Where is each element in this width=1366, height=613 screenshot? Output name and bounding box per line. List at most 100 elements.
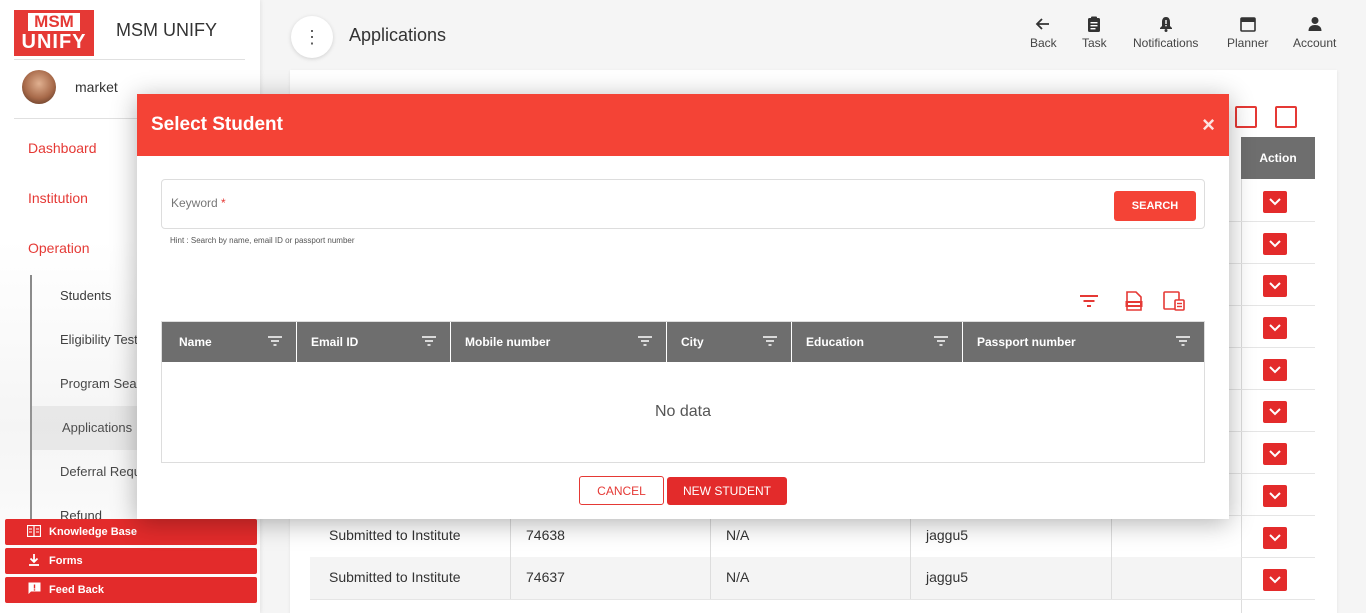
filter-icon[interactable] [1077, 289, 1101, 313]
kebab-menu-button[interactable]: ⋮ [291, 16, 333, 58]
row-action-button[interactable] [1263, 527, 1287, 549]
back-label: Back [1030, 36, 1057, 50]
cancel-button[interactable]: CANCEL [579, 476, 664, 505]
column-filter-icon[interactable] [422, 336, 436, 346]
chevron-down-icon [1269, 450, 1281, 458]
sub-item-program-search[interactable]: Program Sear [60, 376, 141, 391]
table-row[interactable]: Submitted to Institute 74637 N/A jaggu5 [310, 557, 1241, 599]
feedback-button[interactable]: Feed Back [5, 577, 257, 603]
status-cell: Submitted to Institute [329, 569, 461, 585]
excel-export-icon[interactable] [1235, 106, 1257, 128]
column-header-email[interactable]: Email ID [297, 322, 451, 362]
planner-button[interactable]: Planner [1227, 16, 1268, 50]
sub-item-applications[interactable]: Applications [62, 420, 132, 435]
close-icon[interactable]: × [1202, 112, 1215, 138]
forms-label: Forms [49, 555, 83, 567]
row-action-button[interactable] [1263, 401, 1287, 423]
user-profile[interactable]: market [22, 70, 118, 104]
column-filter-icon[interactable] [638, 336, 652, 346]
status-cell: Submitted to Institute [329, 527, 461, 543]
id-cell: 74638 [526, 527, 565, 543]
notifications-button[interactable]: Notifications [1133, 16, 1198, 50]
id-cell: 74637 [526, 569, 565, 585]
sub-item-students[interactable]: Students [60, 288, 111, 303]
row-action-button[interactable] [1263, 275, 1287, 297]
column-filter-icon[interactable] [763, 336, 777, 346]
column-header-education[interactable]: Education [792, 322, 963, 362]
nav-item-institution[interactable]: Institution [28, 190, 88, 206]
empty-state-text: No data [654, 403, 712, 420]
column-header-mobile[interactable]: Mobile number [451, 322, 667, 362]
action-column-header: Action [1241, 137, 1315, 179]
chevron-down-icon [1269, 324, 1281, 332]
sub-nav-line [30, 275, 32, 520]
task-label: Task [1082, 36, 1107, 50]
column-separator [510, 557, 511, 599]
column-header-city[interactable]: City [667, 322, 792, 362]
column-separator [710, 557, 711, 599]
book-icon [26, 524, 42, 540]
pdf-export-icon[interactable] [1275, 106, 1297, 128]
row-action-button[interactable] [1263, 569, 1287, 591]
column-header-passport[interactable]: Passport number [963, 322, 1204, 362]
arrow-left-icon [1035, 16, 1051, 36]
chevron-down-icon [1269, 198, 1281, 206]
column-header-label: City [681, 335, 704, 349]
search-hint: Hint : Search by name, email ID or passp… [170, 236, 355, 245]
nav-item-operation[interactable]: Operation [28, 240, 89, 256]
chevron-down-icon [1269, 408, 1281, 416]
sub-item-eligibility-test[interactable]: Eligibility Test [60, 332, 138, 347]
knowledge-base-button[interactable]: Knowledge Base [5, 519, 257, 545]
msm-unify-logo[interactable]: MSM UNIFY [14, 10, 94, 56]
pdf-export-icon[interactable] [1162, 289, 1186, 313]
column-header-label: Education [806, 335, 865, 349]
chevron-down-icon [1269, 534, 1281, 542]
chevron-down-icon [1269, 240, 1281, 248]
user-name: market [75, 79, 118, 95]
keyword-input[interactable] [170, 198, 1100, 218]
column-header-label: Mobile number [465, 335, 551, 349]
row-action-button[interactable] [1263, 443, 1287, 465]
modal-title: Select Student [151, 114, 283, 135]
search-button[interactable]: SEARCH [1114, 191, 1196, 221]
feedback-label: Feed Back [49, 584, 105, 596]
column-header-name[interactable]: Name [162, 322, 297, 362]
calendar-icon [1239, 16, 1256, 36]
column-filter-icon[interactable] [1176, 336, 1190, 346]
logo-text-bottom: UNIFY [21, 31, 87, 53]
column-header-label: Name [179, 335, 212, 349]
row-action-button[interactable] [1263, 233, 1287, 255]
column-filter-icon[interactable] [934, 336, 948, 346]
modal-header: Select Student × [137, 94, 1229, 156]
back-button[interactable]: Back [1030, 16, 1057, 50]
column-header-label: Passport number [977, 335, 1076, 349]
column-separator [910, 515, 911, 557]
row-action-button[interactable] [1263, 317, 1287, 339]
person-icon [1308, 16, 1322, 36]
logo-text-top: MSM [28, 13, 80, 31]
more-vertical-icon: ⋮ [303, 26, 321, 47]
forms-button[interactable]: Forms [5, 548, 257, 574]
excel-export-icon[interactable] [1122, 289, 1146, 313]
new-student-button[interactable]: NEW STUDENT [667, 477, 787, 505]
select-student-modal: Select Student × Keyword * SEARCH Hint :… [137, 94, 1229, 519]
task-button[interactable]: Task [1082, 16, 1107, 50]
column-filter-icon[interactable] [268, 336, 282, 346]
row-action-button[interactable] [1263, 485, 1287, 507]
planner-label: Planner [1227, 36, 1269, 50]
row-action-button[interactable] [1263, 191, 1287, 213]
row-divider [310, 599, 1315, 600]
table-row[interactable]: Submitted to Institute 74638 N/A jaggu5 [310, 515, 1241, 557]
value-cell: N/A [726, 527, 750, 543]
value-cell: N/A [726, 569, 750, 585]
chevron-down-icon [1269, 576, 1281, 584]
page-title: Applications [349, 25, 447, 45]
nav-item-dashboard[interactable]: Dashboard [28, 140, 97, 156]
column-separator [1111, 557, 1112, 599]
download-icon [27, 553, 41, 569]
notifications-label: Notifications [1133, 36, 1199, 50]
account-button[interactable]: Account [1293, 16, 1336, 50]
row-action-button[interactable] [1263, 359, 1287, 381]
avatar [22, 70, 56, 104]
sub-item-deferral-request[interactable]: Deferral Requ [60, 464, 141, 479]
